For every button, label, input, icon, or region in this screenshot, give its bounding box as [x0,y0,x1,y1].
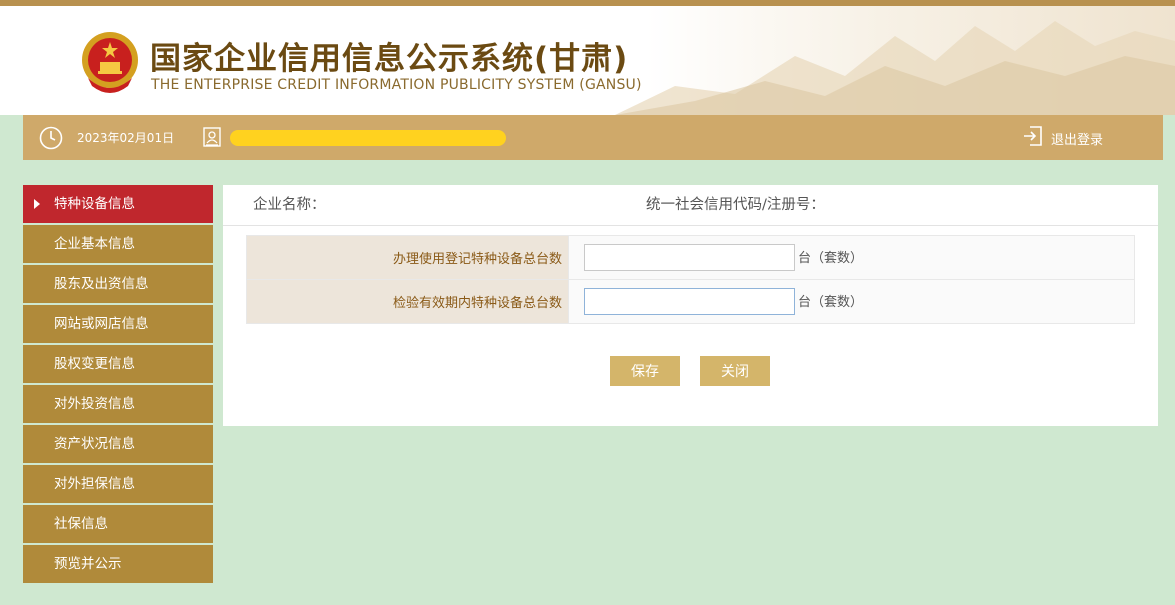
sidebar-item-assets[interactable]: 资产状况信息 [23,425,213,463]
active-arrow-icon [34,199,40,209]
unit-label: 台（套数） [798,295,864,310]
sidebar-item-label: 社保信息 [54,516,108,532]
site-header: 国家企业信用信息公示系统(甘肃) THE ENTERPRISE CREDIT I… [0,6,1175,115]
form-cell: 台（套数） [568,279,1135,324]
sidebar-item-social-security[interactable]: 社保信息 [23,505,213,543]
sidebar-menu: 特种设备信息 企业基本信息 股东及出资信息 网站或网店信息 股权变更信息 对外投… [23,185,213,585]
sidebar-item-basic-info[interactable]: 企业基本信息 [23,225,213,263]
inspected-equipment-input[interactable] [584,288,795,315]
logout-link[interactable]: 退出登录 [1051,129,1103,148]
sidebar-item-label: 资产状况信息 [54,436,135,452]
sidebar-item-websites[interactable]: 网站或网店信息 [23,305,213,343]
sidebar-item-label: 股权变更信息 [54,356,135,372]
current-date: 2023年02月01日 [77,131,175,145]
unit-label: 台（套数） [798,251,864,266]
sidebar-item-equity-changes[interactable]: 股权变更信息 [23,345,213,383]
form-row-inspected-equipment: 检验有效期内特种设备总台数 台（套数） [246,279,1135,324]
equipment-form-table: 办理使用登记特种设备总台数 台（套数） 检验有效期内特种设备总台数 台（套数） [246,235,1135,324]
mountain-landscape-decoration [615,21,1175,115]
form-row-registered-equipment: 办理使用登记特种设备总台数 台（套数） [246,235,1135,280]
sidebar-item-shareholders[interactable]: 股东及出资信息 [23,265,213,303]
credit-code-label: 统一社会信用代码/注册号： [646,197,825,213]
sidebar-item-guarantees[interactable]: 对外担保信息 [23,465,213,503]
form-label-registered-equipment: 办理使用登记特种设备总台数 [246,235,569,280]
sidebar-item-label: 股东及出资信息 [54,276,149,292]
info-bar: 2023年02月01日 退出登录 [23,115,1163,160]
clock-icon [39,126,63,150]
company-badge-icon [203,127,221,147]
sidebar-item-label: 网站或网店信息 [54,316,149,332]
close-button[interactable]: 关闭 [700,356,770,386]
sidebar-item-preview-publish[interactable]: 预览并公示 [23,545,213,583]
national-emblem-icon [82,32,138,93]
sidebar-item-label: 对外投资信息 [54,396,135,412]
save-button[interactable]: 保存 [610,356,680,386]
sidebar-item-label: 对外担保信息 [54,476,135,492]
company-name-label: 企业名称： [253,197,326,213]
sidebar-item-label: 预览并公示 [54,556,122,572]
form-cell: 台（套数） [568,235,1135,280]
logout-icon[interactable] [1021,124,1045,148]
main-panel: 企业名称： 统一社会信用代码/注册号： 办理使用登记特种设备总台数 台（套数） … [223,185,1158,426]
sidebar-item-investments[interactable]: 对外投资信息 [23,385,213,423]
company-name-redacted [230,130,506,146]
form-label-inspected-equipment: 检验有效期内特种设备总台数 [246,279,569,324]
sidebar-item-special-equipment[interactable]: 特种设备信息 [23,185,213,223]
registered-equipment-input[interactable] [584,244,795,271]
system-title-english: THE ENTERPRISE CREDIT INFORMATION PUBLIC… [151,77,642,93]
panel-header: 企业名称： 统一社会信用代码/注册号： [223,185,1158,226]
sidebar-item-label: 特种设备信息 [54,196,135,212]
sidebar-item-label: 企业基本信息 [54,236,135,252]
system-title-chinese: 国家企业信用信息公示系统(甘肃) [150,41,629,77]
